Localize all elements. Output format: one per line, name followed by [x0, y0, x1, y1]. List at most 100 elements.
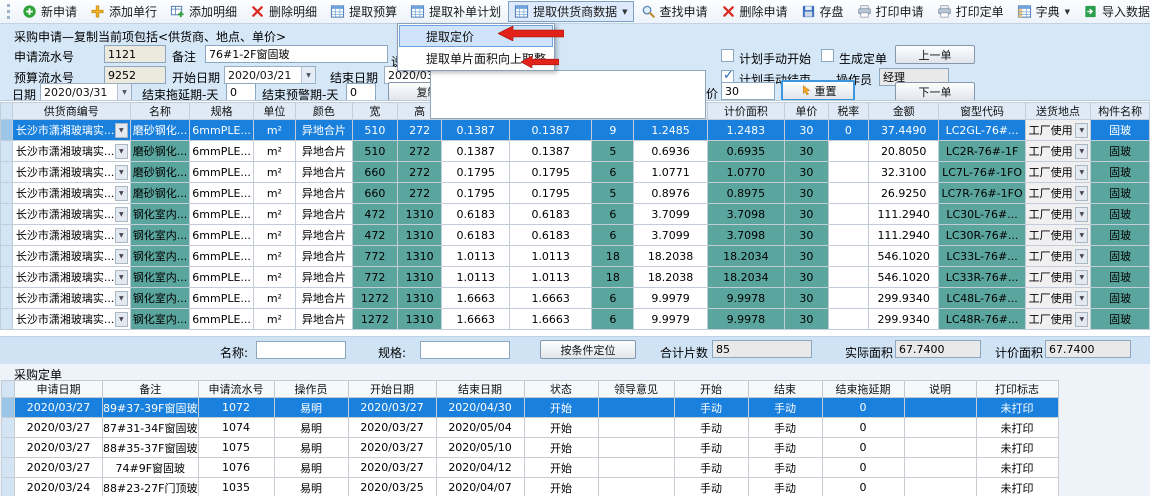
cell[interactable]: LC2R-76#-1F — [939, 141, 1025, 162]
cell[interactable]: 工厂使用▼ — [1025, 288, 1091, 309]
cell[interactable]: 272 — [397, 120, 442, 141]
cell[interactable]: 1272 — [352, 288, 397, 309]
cell[interactable]: 1310 — [397, 288, 442, 309]
cell[interactable]: m² — [253, 288, 295, 309]
cell[interactable]: 0 — [828, 120, 868, 141]
cell[interactable]: m² — [253, 225, 295, 246]
cell[interactable]: 546.1020 — [868, 246, 939, 267]
cell[interactable]: 2020/03/25 — [348, 478, 436, 496]
cell[interactable]: 30 — [784, 120, 828, 141]
cell[interactable]: 1310 — [397, 246, 442, 267]
cell[interactable]: LC30L-76#... — [939, 204, 1025, 225]
cell[interactable] — [828, 162, 868, 183]
cell[interactable]: m² — [253, 120, 295, 141]
cell[interactable]: 0.6183 — [510, 225, 592, 246]
cell[interactable]: m² — [253, 267, 295, 288]
cell[interactable]: 0.6936 — [634, 141, 708, 162]
cell[interactable]: 固玻 — [1091, 183, 1150, 204]
toolbar-button-add-detail[interactable]: 添加明细 — [164, 1, 243, 22]
column-header[interactable]: 状态 — [524, 381, 598, 398]
cell[interactable]: 6mmPLE... — [190, 183, 254, 204]
date-select[interactable]: 2020/03/31▼ — [40, 83, 132, 101]
budget-no-field[interactable] — [104, 66, 166, 84]
cell[interactable]: 1.0113 — [442, 246, 510, 267]
priced-area-field[interactable] — [1045, 340, 1131, 358]
cell[interactable] — [828, 225, 868, 246]
cell[interactable]: LC33L-76#... — [939, 246, 1025, 267]
cell[interactable]: 0.1387 — [510, 120, 592, 141]
cell[interactable]: 开始 — [524, 398, 598, 418]
cell[interactable] — [828, 288, 868, 309]
cell[interactable]: 长沙市潇湘玻璃实...▼ — [12, 246, 130, 267]
cell[interactable]: 固玻 — [1091, 309, 1150, 330]
cell[interactable]: 手动 — [748, 478, 822, 496]
cell[interactable]: 9.9979 — [634, 309, 708, 330]
cell[interactable]: 工厂使用▼ — [1025, 120, 1091, 141]
locate-by-condition-button[interactable]: 按条件定位 — [540, 340, 636, 359]
cell[interactable] — [828, 183, 868, 204]
cell[interactable]: 2020/04/07 — [436, 478, 524, 496]
cell[interactable]: 固玻 — [1091, 288, 1150, 309]
cell[interactable]: 510 — [352, 120, 397, 141]
cell[interactable]: m² — [253, 246, 295, 267]
toolbar-button-extract-budget[interactable]: 提取预算 — [324, 1, 403, 22]
cell[interactable]: 2020/03/27 — [348, 418, 436, 438]
toolbar-button-print-request[interactable]: 打印申请 — [851, 1, 930, 22]
cell[interactable]: 660 — [352, 162, 397, 183]
cell[interactable]: 手动 — [674, 438, 748, 458]
cell[interactable]: 0.8975 — [707, 183, 784, 204]
column-header[interactable]: 开始日期 — [348, 381, 436, 398]
cell[interactable]: LC7R-76#-1FO — [939, 183, 1025, 204]
cell[interactable]: 2020/03/27 — [15, 458, 103, 478]
row-selector[interactable] — [1, 162, 13, 183]
cell[interactable]: 1.6663 — [510, 309, 592, 330]
actual-area-field[interactable] — [895, 340, 981, 358]
cell[interactable]: 2020/03/27 — [15, 418, 103, 438]
row-selector[interactable] — [1, 141, 13, 162]
toolbar-button-print-order[interactable]: 打印定单 — [931, 1, 1010, 22]
cell[interactable]: 未打印 — [976, 458, 1058, 478]
cell[interactable]: 6mmPLE... — [190, 225, 254, 246]
cell[interactable]: 0.1387 — [442, 141, 510, 162]
cell[interactable]: 18.2038 — [634, 267, 708, 288]
cell[interactable]: 未打印 — [976, 478, 1058, 496]
cell[interactable]: m² — [253, 309, 295, 330]
toolbar-button-delete-detail[interactable]: 删除明细 — [244, 1, 323, 22]
cell[interactable]: 0.6935 — [707, 141, 784, 162]
cell[interactable]: 0.1795 — [442, 162, 510, 183]
column-header[interactable]: 计价面积 — [707, 103, 784, 120]
cell[interactable]: 32.3100 — [868, 162, 939, 183]
cell[interactable]: 手动 — [748, 458, 822, 478]
row-selector[interactable] — [2, 438, 15, 458]
cell[interactable]: 工厂使用▼ — [1025, 309, 1091, 330]
cell[interactable]: m² — [253, 141, 295, 162]
column-header[interactable]: 规格 — [190, 103, 254, 120]
cell[interactable]: 772 — [352, 246, 397, 267]
cell[interactable]: 772 — [352, 267, 397, 288]
cell[interactable]: 89#37-39F窗固玻 — [103, 398, 199, 418]
column-header[interactable]: 金额 — [868, 103, 939, 120]
start-date-select[interactable]: 2020/03/21▼ — [224, 66, 316, 84]
column-header[interactable]: 名称 — [130, 103, 190, 120]
remark-field[interactable] — [205, 45, 388, 63]
cell[interactable]: 易明 — [274, 438, 348, 458]
cell[interactable] — [904, 418, 976, 438]
cell[interactable]: 固玻 — [1091, 141, 1150, 162]
cell[interactable]: 2020/03/27 — [348, 398, 436, 418]
cell[interactable]: 3.7098 — [707, 225, 784, 246]
cell[interactable]: 未打印 — [976, 438, 1058, 458]
cell[interactable]: 30 — [784, 204, 828, 225]
cell[interactable]: 18.2038 — [634, 246, 708, 267]
cell[interactable]: 0.6183 — [442, 204, 510, 225]
end-warn-field[interactable] — [346, 83, 376, 101]
cell[interactable]: 5 — [592, 183, 634, 204]
cell[interactable]: 0.1387 — [510, 141, 592, 162]
next-order-button[interactable]: 下一单 — [895, 82, 975, 101]
cell[interactable]: 6 — [592, 225, 634, 246]
cell[interactable]: LC30R-76#... — [939, 225, 1025, 246]
cell[interactable]: 272 — [397, 162, 442, 183]
cell[interactable]: 工厂使用▼ — [1025, 246, 1091, 267]
cell[interactable]: 1072 — [198, 398, 274, 418]
cell[interactable]: 手动 — [674, 418, 748, 438]
toolbar-button-add-row[interactable]: 添加单行 — [84, 1, 163, 22]
